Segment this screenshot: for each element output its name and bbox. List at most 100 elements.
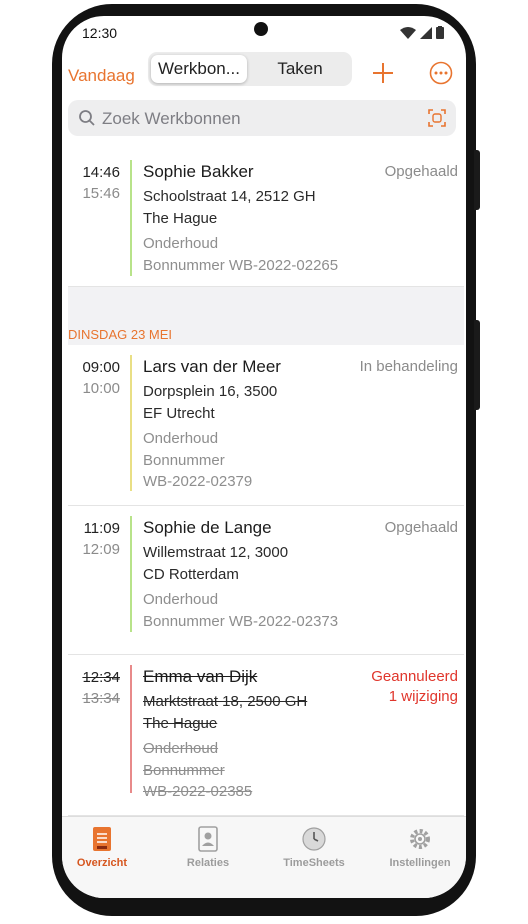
order-type: Onderhoud bbox=[143, 430, 219, 447]
order-type: Onderhoud bbox=[143, 591, 219, 608]
order-status: Geannuleerd 1 wijziging bbox=[371, 667, 458, 707]
order-number-label: Bonnummer bbox=[143, 451, 225, 469]
start-time: 09:00 bbox=[82, 359, 120, 376]
tab-timesheets[interactable]: TimeSheets bbox=[264, 825, 364, 869]
order-status: In behandeling bbox=[359, 358, 458, 375]
address-line: Schoolstraat 14, 2512 GH bbox=[143, 188, 316, 205]
address: Marktstraat 18, 2500 GH The Hague bbox=[143, 691, 353, 735]
add-icon[interactable] bbox=[370, 60, 396, 86]
end-time: 13:34 bbox=[82, 690, 120, 707]
order-details: Sophie de Lange Willemstraat 12, 3000 CD… bbox=[143, 516, 353, 632]
tab-overzicht-label: Overzicht bbox=[76, 857, 128, 869]
address-line: Dorpsplein 16, 3500 bbox=[143, 383, 278, 400]
search-icon bbox=[79, 110, 95, 126]
start-time: 12:34 bbox=[82, 669, 120, 686]
nav-bar: Vandaag Werkbon... Taken bbox=[62, 50, 466, 98]
end-time: 15:46 bbox=[82, 185, 120, 202]
screen: 12:30 Vandaag Werkbon... Taken Zoek Werk… bbox=[62, 16, 466, 898]
tab-overzicht[interactable]: Overzicht bbox=[62, 825, 152, 869]
start-time: 14:46 bbox=[82, 164, 120, 181]
more-options-icon[interactable] bbox=[429, 61, 453, 85]
work-order-row-cancelled[interactable]: 12:34 13:34 Emma van Dijk Marktstraat 18… bbox=[68, 655, 464, 816]
address-line: Willemstraat 12, 3000 bbox=[143, 544, 289, 561]
power-button bbox=[474, 320, 480, 410]
order-details: Emma van Dijk Marktstraat 18, 2500 GH Th… bbox=[143, 665, 353, 803]
cancelled-label: Geannuleerd bbox=[371, 668, 458, 685]
scan-icon[interactable] bbox=[428, 109, 446, 127]
start-time: 11:09 bbox=[83, 520, 120, 537]
address: Schoolstraat 14, 2512 GH The Hague bbox=[143, 186, 353, 230]
address-line: EF Utrecht bbox=[143, 405, 215, 422]
segment-taken[interactable]: Taken bbox=[252, 55, 348, 83]
tab-instellingen-label: Instellingen bbox=[389, 857, 451, 869]
order-details: Lars van der Meer Dorpsplein 16, 3500 EF… bbox=[143, 355, 353, 493]
status-icons bbox=[400, 26, 444, 39]
camera-hole bbox=[254, 22, 268, 36]
time-range: 11:09 12:09 bbox=[68, 518, 120, 560]
section-gap bbox=[68, 287, 464, 315]
order-meta: Onderhoud Bonnummer WB-2022-02379 bbox=[143, 428, 353, 493]
status-bar-indicator bbox=[130, 665, 132, 793]
section-date-label: DINSDAG 23 MEI bbox=[68, 327, 173, 342]
segmented-control: Werkbon... Taken bbox=[148, 52, 352, 86]
status-bar-indicator bbox=[130, 516, 132, 632]
tab-relaties-label: Relaties bbox=[186, 857, 230, 869]
order-meta: Onderhoud Bonnummer WB-2022-02265 bbox=[143, 233, 353, 276]
work-order-list: 14:46 15:46 Sophie Bakker Schoolstraat 1… bbox=[68, 150, 464, 816]
end-time: 10:00 bbox=[82, 380, 120, 397]
tab-timesheets-label: TimeSheets bbox=[283, 857, 345, 869]
customer-name: Lars van der Meer bbox=[143, 357, 281, 376]
tab-relaties[interactable]: Relaties bbox=[158, 825, 258, 869]
change-count: 1 wijziging bbox=[388, 688, 458, 705]
work-order-row[interactable]: 14:46 15:46 Sophie Bakker Schoolstraat 1… bbox=[68, 150, 464, 287]
segment-werkbonnen[interactable]: Werkbon... bbox=[151, 55, 247, 83]
order-status: Opgehaald bbox=[384, 163, 458, 180]
order-number: Bonnummer WB-2022-02265 bbox=[143, 256, 339, 274]
end-time: 12:09 bbox=[82, 541, 120, 558]
order-number: WB-2022-02385 bbox=[143, 783, 253, 800]
address: Dorpsplein 16, 3500 EF Utrecht bbox=[143, 381, 353, 425]
section-header: DINSDAG 23 MEI bbox=[68, 315, 464, 345]
customer-name: Sophie de Lange bbox=[143, 518, 272, 537]
gear-icon bbox=[410, 829, 430, 849]
customer-name: Sophie Bakker bbox=[143, 162, 254, 181]
address-line: The Hague bbox=[143, 210, 218, 227]
tab-bar: Overzicht Relaties TimeSheets Instelling… bbox=[62, 816, 466, 898]
volume-button bbox=[474, 150, 480, 210]
status-bar-indicator bbox=[130, 355, 132, 491]
today-button[interactable]: Vandaag bbox=[68, 66, 135, 86]
wifi-icon bbox=[400, 26, 416, 39]
address-line: CD Rotterdam bbox=[143, 566, 239, 583]
search-bar[interactable]: Zoek Werkbonnen bbox=[68, 100, 456, 136]
clock-icon bbox=[302, 827, 326, 851]
order-status: Opgehaald bbox=[384, 519, 458, 536]
segment-werkbonnen-label: Werkbon... bbox=[158, 59, 240, 78]
work-order-row[interactable]: 09:00 10:00 Lars van der Meer Dorpsplein… bbox=[68, 345, 464, 506]
address-line: Marktstraat 18, 2500 GH bbox=[143, 693, 308, 710]
time-range: 09:00 10:00 bbox=[68, 357, 120, 399]
status-bar-indicator bbox=[130, 160, 132, 276]
signal-icon bbox=[420, 26, 432, 39]
time-range: 12:34 13:34 bbox=[68, 667, 120, 709]
time-range: 14:46 15:46 bbox=[68, 162, 120, 204]
address: Willemstraat 12, 3000 CD Rotterdam bbox=[143, 542, 353, 586]
tab-instellingen[interactable]: Instellingen bbox=[370, 825, 466, 869]
customer-name: Emma van Dijk bbox=[143, 667, 258, 686]
status-bar: 12:30 bbox=[62, 16, 466, 50]
search-placeholder: Zoek Werkbonnen bbox=[102, 109, 241, 128]
segment-taken-label: Taken bbox=[277, 59, 323, 78]
order-number: Bonnummer WB-2022-02373 bbox=[143, 612, 339, 630]
contacts-icon bbox=[198, 826, 218, 852]
order-meta: Onderhoud Bonnummer WB-2022-02373 bbox=[143, 589, 353, 632]
document-icon bbox=[93, 827, 111, 851]
order-number-label: Bonnummer bbox=[143, 761, 225, 779]
order-type: Onderhoud bbox=[143, 740, 219, 757]
battery-icon bbox=[436, 26, 444, 39]
order-details: Sophie Bakker Schoolstraat 14, 2512 GH T… bbox=[143, 160, 353, 276]
status-time: 12:30 bbox=[82, 25, 118, 41]
address-line: The Hague bbox=[143, 715, 218, 732]
order-number: WB-2022-02379 bbox=[143, 473, 253, 490]
work-order-row[interactable]: 11:09 12:09 Sophie de Lange Willemstraat… bbox=[68, 506, 464, 655]
order-meta: Onderhoud Bonnummer WB-2022-02385 bbox=[143, 738, 353, 803]
order-type: Onderhoud bbox=[143, 235, 219, 252]
